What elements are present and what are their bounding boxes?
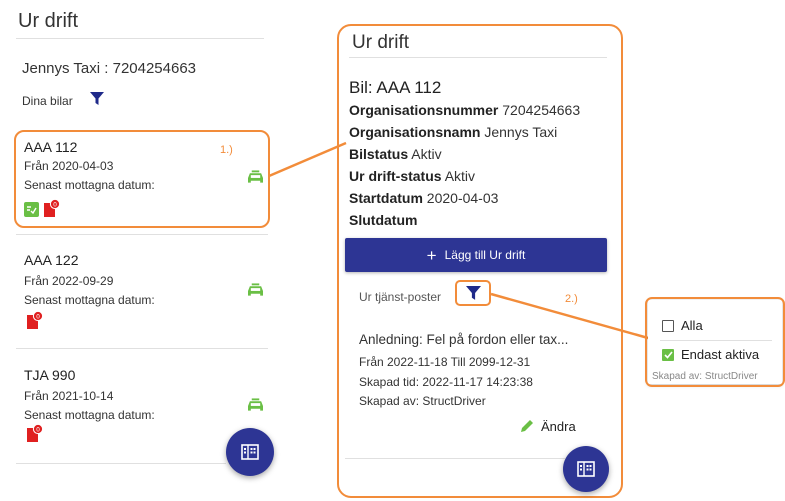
field-value: 7204254663 [502,102,581,118]
car-list-item[interactable]: AAA 122 Från 2022-09-29 Senast mottagna … [16,245,264,341]
detail-outofservice-status: Ur drift-status Aktiv [349,168,475,184]
taxi-icon [248,398,263,411]
annotation-connector-1 [268,141,347,178]
field-value: 2020-04-03 [426,190,499,206]
detail-start-date: Startdatum 2020-04-03 [349,190,498,206]
car-from-date: Från 2021-10-14 [24,389,114,403]
document-alert-icon: 0 [26,310,44,329]
field-value: Aktiv [444,168,476,184]
field-label: Startdatum [349,190,423,206]
detail-title-divider [349,57,607,58]
field-label: Organisationsnummer [349,102,499,118]
car-list-item[interactable]: TJA 990 Från 2021-10-14 Senast mottagna … [16,360,264,456]
edit-label: Ändra [541,418,576,434]
record-created-by: Skapad av: StructDriver [359,394,486,408]
detail-end-date: Slutdatum [349,212,417,228]
list-divider [16,234,268,235]
detail-org-name: Organisationsnamn Jennys Taxi [349,124,557,140]
record-divider [345,458,565,459]
detail-panel: Ur drift Bil: AAA 112 Organisationsnumme… [337,24,623,498]
car-received-date: Senast mottagna datum: [24,293,155,307]
detail-car-status: Bilstatus Aktiv [349,146,442,162]
field-value: Jennys Taxi [484,124,558,140]
building-icon [577,461,595,477]
annotation-box-3 [645,297,785,387]
annotation-connector-2 [490,292,649,340]
detail-title: Ur drift [352,32,409,53]
building-fab-button[interactable] [563,446,609,492]
field-label: Organisationsnamn [349,124,481,140]
record-period: Från 2022-11-18 Till 2099-12-31 [359,355,531,369]
taxi-icon [248,283,263,296]
page-title: Ur drift [18,10,78,32]
list-divider [16,463,226,464]
company-name: Jennys Taxi : 7204254663 [22,60,197,77]
building-icon [241,444,259,460]
add-out-of-service-button[interactable]: + Lägg till Ur drift [345,238,607,272]
title-divider [16,38,264,39]
field-label: Bilstatus [349,146,409,162]
car-plate: TJA 990 [24,367,76,383]
detail-org-number: Organisationsnummer 7204254663 [349,102,580,118]
record-created: Skapad tid: 2022-11-17 14:23:38 [359,375,533,389]
field-label: Slutdatum [349,212,418,228]
field-label: Ur drift-status [349,168,442,184]
plus-icon: + [426,245,437,265]
list-divider [16,348,268,349]
document-badge-count: 0 [36,313,40,320]
document-badge-count: 0 [36,426,40,433]
building-fab-button[interactable] [226,428,274,476]
filter-icon[interactable] [90,92,104,106]
car-plate: AAA 122 [24,252,79,268]
add-button-label: Lägg till Ur drift [444,248,526,262]
document-alert-icon: 0 [26,423,44,442]
car-heading: Bil: AAA 112 [349,78,442,97]
edit-button[interactable]: Ändra [519,418,576,434]
pencil-icon [521,420,533,432]
car-list-panel: Ur drift Jennys Taxi : 7204254663 Dina b… [0,0,285,501]
field-value: Aktiv [411,146,442,162]
annotation-label-1: 1.) [220,144,233,156]
posts-label: Ur tjänst-poster [359,290,442,304]
my-cars-label: Dina bilar [22,94,73,108]
car-received-date: Senast mottagna datum: [24,408,155,422]
car-from-date: Från 2022-09-29 [24,274,114,288]
filter-icon[interactable] [466,286,481,301]
